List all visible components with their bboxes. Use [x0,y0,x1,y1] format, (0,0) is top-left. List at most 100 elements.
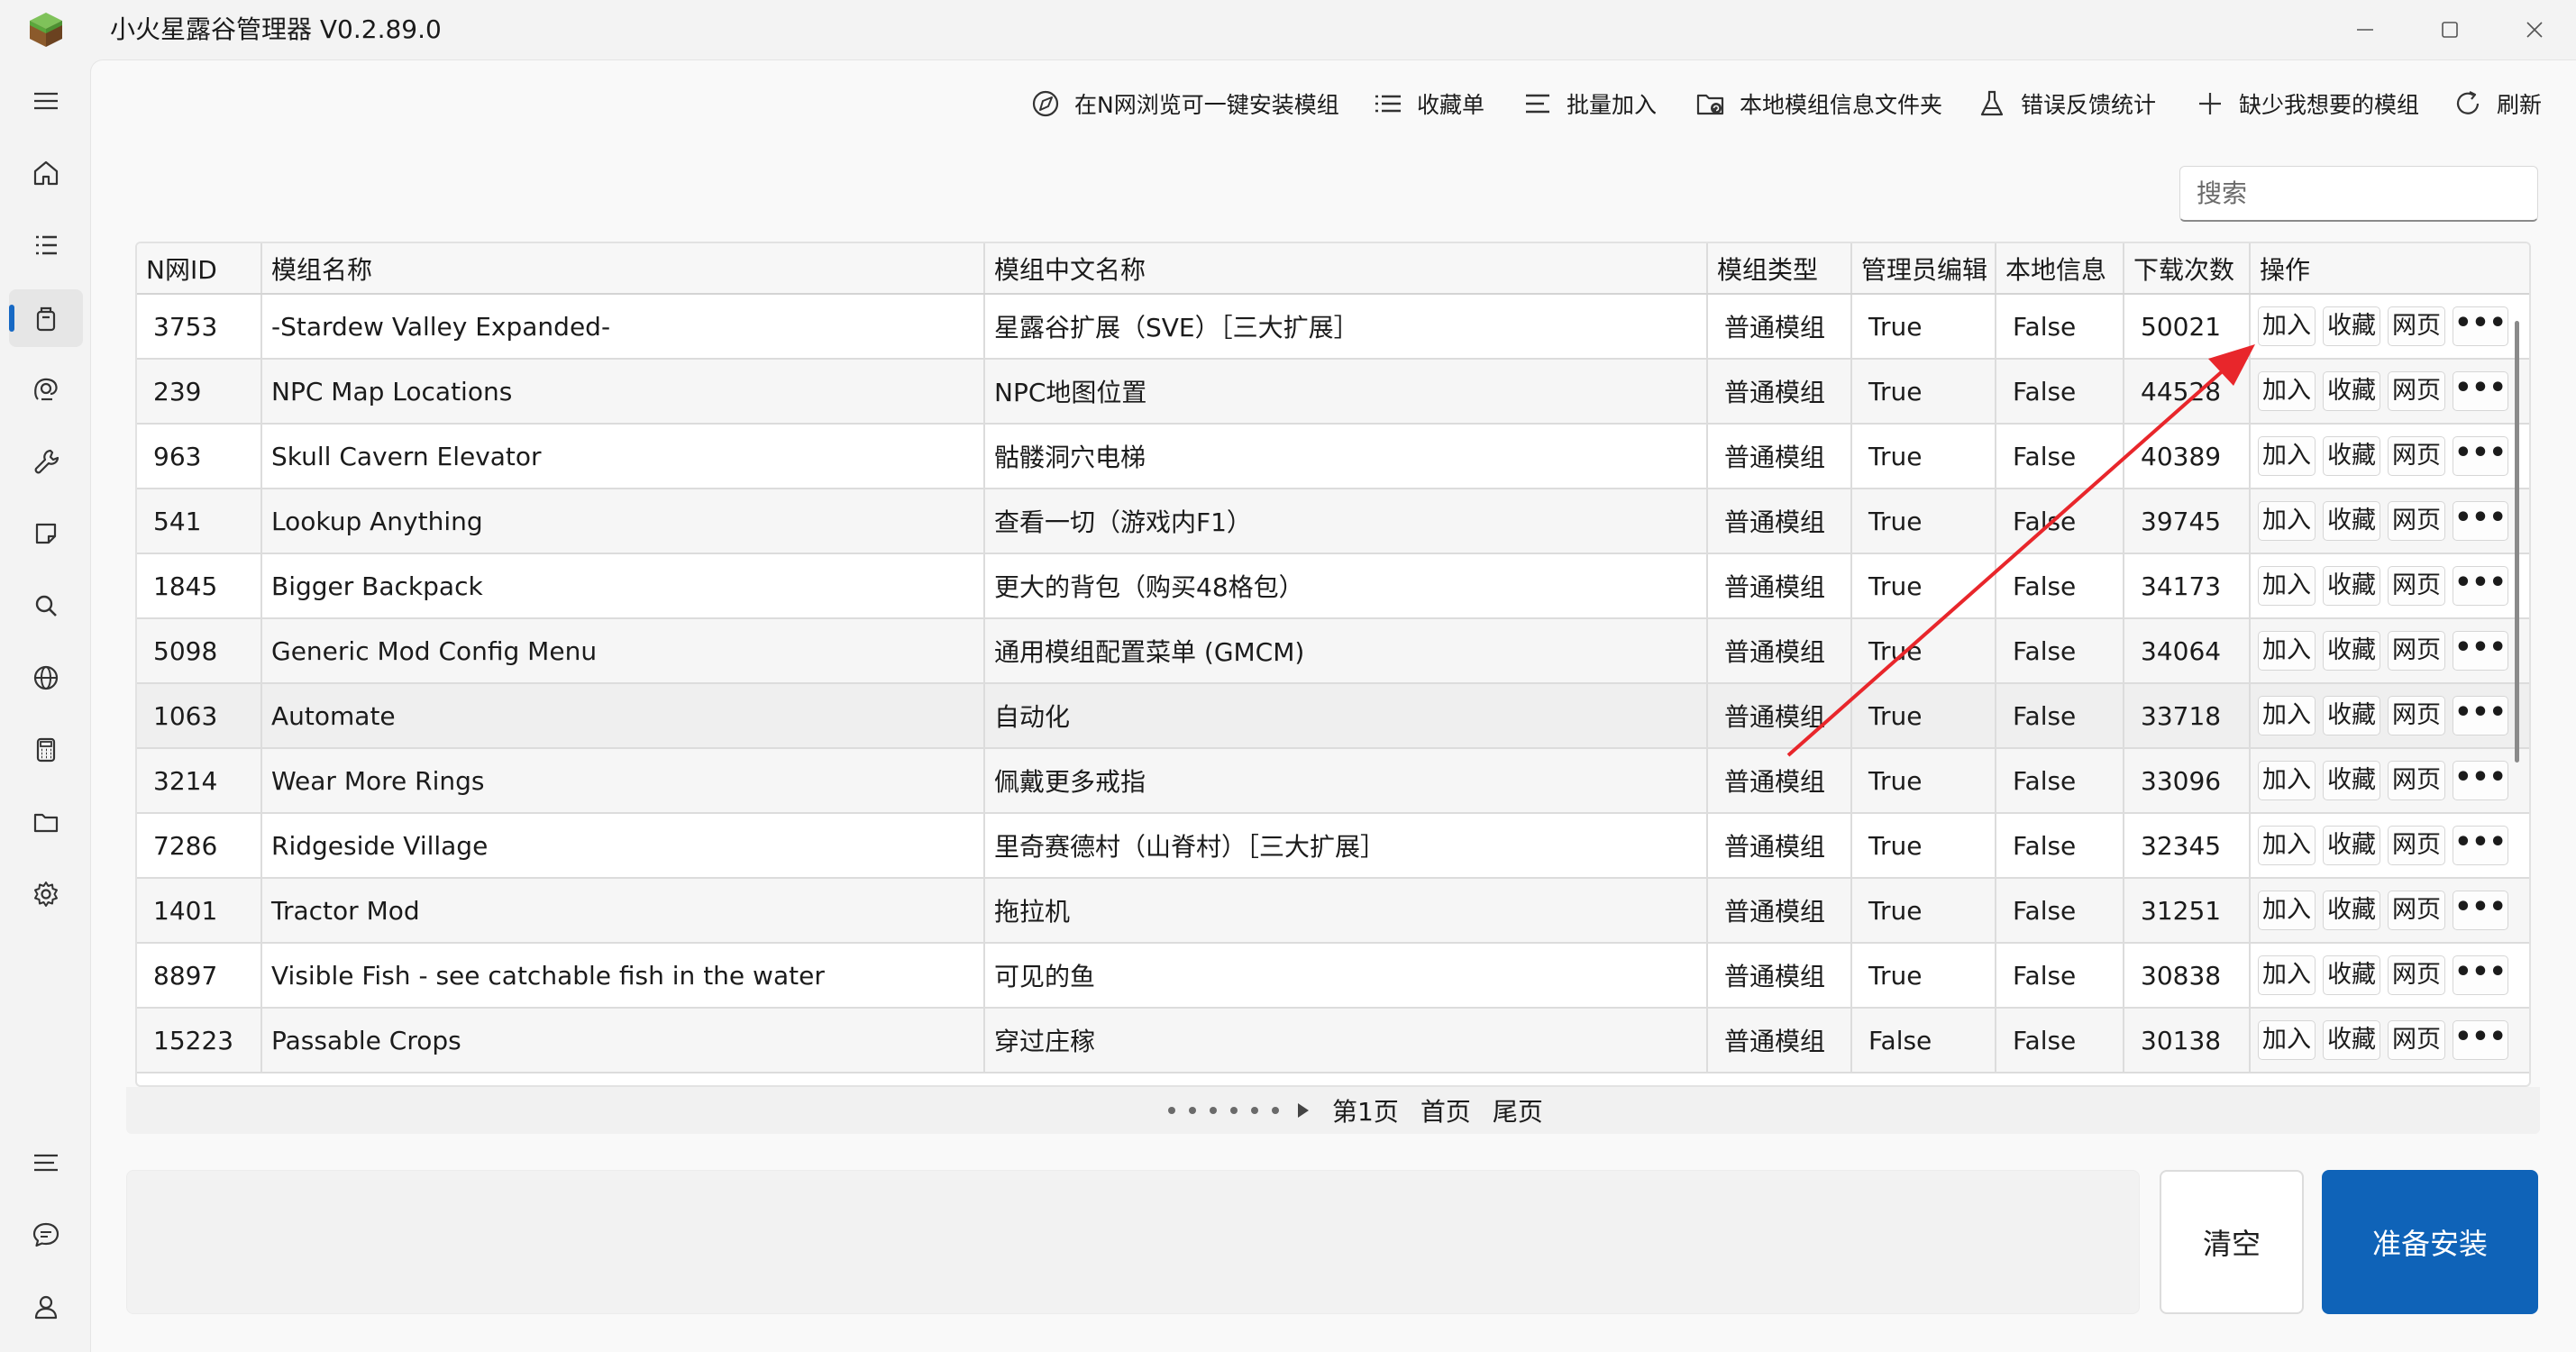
add-button[interactable]: 加入 [2258,501,2316,541]
more-options-button[interactable]: ••• [2453,371,2508,411]
batch-add-button[interactable]: 批量加入 [1521,83,1657,124]
table-row[interactable]: 7286 Ridgeside Village 里奇赛德村（山脊村）［三大扩展］ 普通模… [137,813,2529,879]
nav-calculator[interactable] [9,721,83,779]
close-button[interactable] [2493,0,2576,59]
install-queue-area[interactable] [126,1170,2140,1314]
table-row[interactable]: 541 Lookup Anything 查看一切（游戏内F1） 普通模组 True Fal… [137,489,2529,554]
nav-account[interactable] [9,1278,83,1336]
more-options-button[interactable]: ••• [2453,955,2508,995]
add-button[interactable]: 加入 [2258,696,2316,735]
table-row[interactable]: 1401 Tractor Mod 拖拉机 普通模组 True False 31251 加入 收藏… [137,878,2529,944]
favorite-button[interactable]: 收藏 [2323,696,2380,735]
more-options-button[interactable]: ••• [2453,761,2508,800]
add-button[interactable]: 加入 [2258,761,2316,800]
table-row[interactable]: 5098 Generic Mod Config Menu 通用模组配置菜单 (GMC… [137,618,2529,684]
more-options-button[interactable]: ••• [2453,436,2508,476]
maximize-button[interactable] [2408,0,2491,59]
clear-button[interactable]: 清空 [2160,1170,2304,1314]
missing-mod-button[interactable]: 缺少我想要的模组 [2194,83,2419,124]
column-header[interactable]: 本地信息 [1996,243,2124,295]
page-dot[interactable] [1189,1107,1196,1114]
more-options-button[interactable]: ••• [2453,306,2508,346]
webpage-button[interactable]: 网页 [2388,1020,2445,1060]
feedback-button[interactable]: 错误反馈统计 [1976,83,2156,124]
column-header[interactable]: 下载次数 [2124,243,2251,295]
column-header[interactable]: N网ID [137,243,262,295]
nav-settings[interactable] [9,865,83,923]
page-dot[interactable] [1230,1107,1238,1114]
next-page-icon[interactable] [1298,1103,1309,1118]
more-options-button[interactable]: ••• [2453,501,2508,541]
search-input[interactable] [2179,166,2538,222]
webpage-button[interactable]: 网页 [2388,436,2445,476]
page-dot[interactable] [1251,1107,1258,1114]
table-row[interactable]: 1063 Automate 自动化 普通模组 True False 33718 加入 收藏 网页 •… [137,683,2529,749]
webpage-button[interactable]: 网页 [2388,631,2445,671]
nav-log[interactable] [9,1134,83,1192]
more-options-button[interactable]: ••• [2453,826,2508,865]
table-scrollbar[interactable] [2515,321,2519,763]
add-button[interactable]: 加入 [2258,371,2316,411]
add-button[interactable]: 加入 [2258,955,2316,995]
favorite-button[interactable]: 收藏 [2323,566,2380,606]
last-page-button[interactable]: 尾页 [1493,1092,1543,1128]
first-page-button[interactable]: 首页 [1420,1092,1471,1128]
nav-folder[interactable] [9,793,83,851]
page-dot[interactable] [1168,1107,1175,1114]
browse-nexus-button[interactable]: 在N网浏览可一键安装模组 [1029,83,1339,124]
nav-mods[interactable] [9,289,83,347]
page-dot[interactable] [1272,1107,1279,1114]
favorite-button[interactable]: 收藏 [2323,631,2380,671]
add-button[interactable]: 加入 [2258,826,2316,865]
table-row[interactable]: 1845 Bigger Backpack 更大的背包（购买48格包） 普通模组 True… [137,553,2529,619]
nav-chat[interactable] [9,1206,83,1264]
nav-notes[interactable] [9,505,83,562]
column-header[interactable]: 模组名称 [261,243,985,295]
column-header[interactable]: 操作 [2250,243,2529,295]
add-button[interactable]: 加入 [2258,306,2316,346]
favorite-button[interactable]: 收藏 [2323,436,2380,476]
add-button[interactable]: 加入 [2258,891,2316,930]
favorite-button[interactable]: 收藏 [2323,761,2380,800]
favorite-button[interactable]: 收藏 [2323,1020,2380,1060]
webpage-button[interactable]: 网页 [2388,826,2445,865]
webpage-button[interactable]: 网页 [2388,501,2445,541]
webpage-button[interactable]: 网页 [2388,566,2445,606]
webpage-button[interactable]: 网页 [2388,306,2445,346]
minimize-button[interactable] [2324,0,2407,59]
add-button[interactable]: 加入 [2258,631,2316,671]
favorites-button[interactable]: 收藏单 [1372,83,1484,124]
nav-tools[interactable] [9,433,83,490]
table-row[interactable]: 15223 Passable Crops 穿过庄稼 普通模组 False False 301… [137,1008,2529,1073]
nav-search[interactable] [9,577,83,635]
favorite-button[interactable]: 收藏 [2323,371,2380,411]
table-row[interactable]: 8897 Visible Fish - see catchable fish in… [137,943,2529,1009]
column-header[interactable]: 管理员编辑 [1851,243,1996,295]
more-options-button[interactable]: ••• [2453,1020,2508,1060]
local-folder-button[interactable]: 本地模组信息文件夹 [1694,83,1942,124]
favorite-button[interactable]: 收藏 [2323,891,2380,930]
more-options-button[interactable]: ••• [2453,631,2508,671]
nav-home[interactable] [9,144,83,202]
add-button[interactable]: 加入 [2258,566,2316,606]
more-options-button[interactable]: ••• [2453,566,2508,606]
more-options-button[interactable]: ••• [2453,891,2508,930]
install-button[interactable]: 准备安装 [2322,1170,2538,1314]
webpage-button[interactable]: 网页 [2388,891,2445,930]
webpage-button[interactable]: 网页 [2388,761,2445,800]
nav-list[interactable] [9,216,83,274]
table-row[interactable]: 3214 Wear More Rings 佩戴更多戒指 普通模组 True False 33… [137,748,2529,814]
nav-web[interactable] [9,649,83,707]
more-options-button[interactable]: ••• [2453,696,2508,735]
webpage-button[interactable]: 网页 [2388,371,2445,411]
favorite-button[interactable]: 收藏 [2323,501,2380,541]
page-dot[interactable] [1210,1107,1217,1114]
nav-menu-button[interactable] [9,72,83,130]
table-row[interactable]: 963 Skull Cavern Elevator 骷髅洞穴电梯 普通模组 True Fa… [137,424,2529,489]
favorite-button[interactable]: 收藏 [2323,306,2380,346]
table-row[interactable]: 239 NPC Map Locations NPC地图位置 普通模组 True False… [137,359,2529,425]
table-row[interactable]: 3753 -Stardew Valley Expanded- 星露谷扩展（SVE）［… [137,294,2529,360]
add-button[interactable]: 加入 [2258,1020,2316,1060]
webpage-button[interactable]: 网页 [2388,696,2445,735]
webpage-button[interactable]: 网页 [2388,955,2445,995]
